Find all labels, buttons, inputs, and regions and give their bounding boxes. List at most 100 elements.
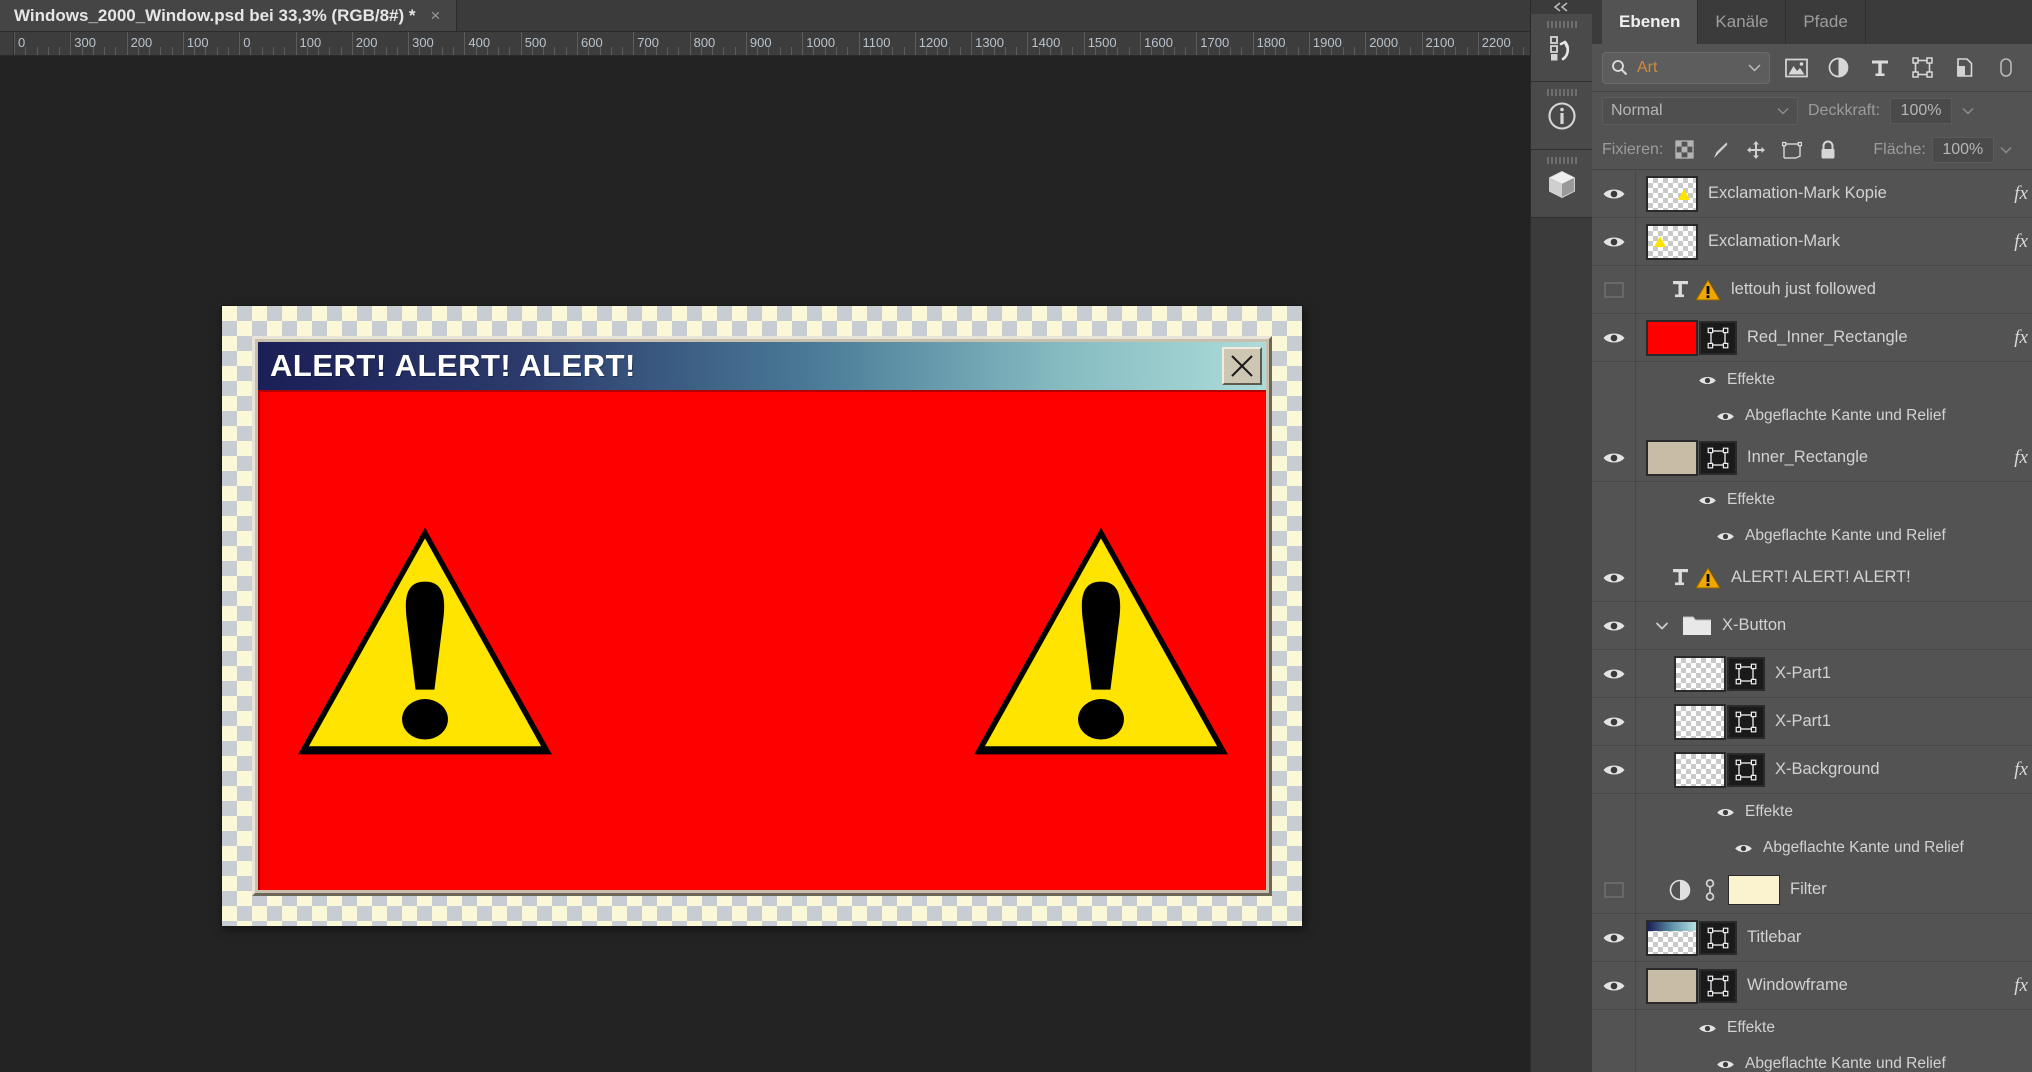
adjustment-color-thumbnail[interactable] [1728,874,1780,905]
layer-effects-fx-icon[interactable]: fx [2014,759,2028,781]
layer-visibility-toggle[interactable] [1592,218,1636,265]
layer-row[interactable]: X-Part1 [1592,698,2032,746]
vector-mask-thumbnail[interactable] [1727,656,1765,691]
layer-effects-fx-icon[interactable]: fx [2014,231,2028,253]
opacity-input[interactable]: 100% [1890,98,1953,124]
lock-transparency-icon[interactable] [1669,136,1699,164]
layer-row[interactable]: Exclamation-Mark Kopie fx [1592,170,2032,218]
layer-effects-fx-icon[interactable]: fx [2014,447,2028,469]
layer-visibility-toggle[interactable] [1592,650,1636,697]
layer-visibility-toggle[interactable] [1592,698,1636,745]
vector-mask-thumbnail[interactable] [1727,704,1765,739]
layer-visibility-toggle[interactable] [1592,914,1636,961]
layer-effect-row[interactable]: Abgeflachte Kante und Relief [1592,1046,2032,1072]
filter-adjustment-button[interactable] [1822,52,1854,84]
group-expand-arrow[interactable] [1652,621,1672,630]
layer-row[interactable]: Windowframe fx [1592,962,2032,1010]
layer-thumbnail[interactable] [1646,319,1698,356]
lock-artboard-icon[interactable] [1777,136,1807,164]
layer-row[interactable]: X-Background fx [1592,746,2032,794]
type-warning-thumb[interactable] [1672,278,1721,302]
opacity-stepper-chevron-icon[interactable] [1962,107,1974,115]
horizontal-ruler[interactable]: 0 300 200 100 0 100 200 300 400 500 600 700 800 900 10… [0,32,1530,56]
effect-visibility-eye-icon[interactable] [1698,375,1717,386]
layer-row[interactable]: Filter [1592,866,2032,914]
close-icon[interactable]: × [428,5,444,26]
layer-visibility-toggle[interactable] [1592,602,1636,649]
vector-mask-thumbnail[interactable] [1727,752,1765,787]
vector-mask-thumbnail[interactable] [1699,440,1737,475]
layer-visibility-toggle[interactable] [1592,746,1636,793]
layer-effect-row[interactable]: Effekte [1592,482,2032,518]
layer-row[interactable]: X-Part1 [1592,650,2032,698]
effect-visibility-eye-icon[interactable] [1716,411,1735,422]
layer-effect-row[interactable]: Abgeflachte Kante und Relief [1592,830,2032,866]
layer-effects-fx-icon[interactable]: fx [2014,975,2028,997]
layer-row[interactable]: Exclamation-Mark fx [1592,218,2032,266]
filter-image-button[interactable] [1780,52,1812,84]
dock-collapse-handle[interactable] [1531,0,1592,14]
effect-visibility-eye-icon[interactable] [1716,807,1735,818]
layer-effect-row[interactable]: Abgeflachte Kante und Relief [1592,518,2032,554]
layer-thumbnail[interactable] [1646,919,1698,956]
effect-visibility-eye-icon[interactable] [1716,1059,1735,1070]
layer-thumbnail[interactable] [1674,703,1726,740]
vector-mask-thumbnail[interactable] [1699,320,1737,355]
layer-visibility-toggle[interactable] [1592,962,1636,1009]
layer-thumbnail[interactable] [1674,751,1726,788]
vector-mask-thumbnail[interactable] [1699,920,1737,955]
sidebar-item-history[interactable] [1531,14,1593,82]
document-canvas[interactable]: ALERT! ALERT! ALERT! [222,306,1302,926]
layer-row[interactable]: Titlebar [1592,914,2032,962]
filter-smartobject-button[interactable] [1948,52,1980,84]
layer-effects-fx-icon[interactable]: fx [2014,327,2028,349]
layer-visibility-toggle[interactable] [1592,434,1636,481]
document-tab[interactable]: Windows_2000_Window.psd bei 33,3% (RGB/8… [0,0,458,31]
effect-visibility-eye-icon[interactable] [1698,1023,1717,1034]
layer-thumbnail[interactable] [1674,655,1726,692]
vector-mask-thumbnail[interactable] [1699,968,1737,1003]
tab-ebenen[interactable]: Ebenen [1602,0,1699,44]
canvas-area[interactable]: ALERT! ALERT! ALERT! [0,56,1530,1072]
layer-thumbnail[interactable] [1646,223,1698,260]
dialog-close-button[interactable] [1222,347,1262,385]
fill-stepper-chevron-icon[interactable] [2000,146,2012,154]
link-mask-icon[interactable] [1702,877,1718,903]
layer-thumbnail[interactable] [1646,439,1698,476]
layer-row[interactable]: X-Button [1592,602,2032,650]
effect-visibility-eye-icon[interactable] [1698,495,1717,506]
layer-visibility-toggle[interactable] [1592,266,1636,313]
tab-kanaele[interactable]: Kanäle [1698,0,1787,44]
layer-list[interactable]: Exclamation-Mark Kopie fx Exclamation-Mar… [1592,170,2032,1072]
layer-row[interactable]: Red_Inner_Rectangle fx [1592,314,2032,362]
effect-visibility-eye-icon[interactable] [1734,843,1753,854]
blend-mode-select[interactable]: Normal [1602,97,1798,125]
filter-shape-button[interactable] [1906,52,1938,84]
layer-visibility-toggle[interactable] [1592,314,1636,361]
lock-all-icon[interactable] [1813,136,1843,164]
layer-effect-row[interactable]: Effekte [1592,362,2032,398]
sidebar-item-info[interactable] [1531,82,1593,150]
layer-row[interactable]: lettouh just followed [1592,266,2032,314]
sidebar-item-3d[interactable] [1531,150,1593,218]
layer-effects-fx-icon[interactable]: fx [2014,183,2028,205]
type-warning-thumb[interactable] [1672,566,1721,590]
tab-pfade[interactable]: Pfade [1786,0,1866,44]
layer-row[interactable]: Inner_Rectangle fx [1592,434,2032,482]
layer-effect-row[interactable]: Effekte [1592,794,2032,830]
filter-toggle-button[interactable] [1990,52,2022,84]
layer-visibility-toggle[interactable] [1592,170,1636,217]
layer-visibility-toggle[interactable] [1592,866,1636,913]
layer-visibility-toggle[interactable] [1592,554,1636,601]
lock-position-icon[interactable] [1741,136,1771,164]
filter-type-button[interactable] [1864,52,1896,84]
lock-image-icon[interactable] [1705,136,1735,164]
effect-visibility-eye-icon[interactable] [1716,531,1735,542]
layer-effect-row[interactable]: Effekte [1592,1010,2032,1046]
filter-kind-select[interactable]: Art [1602,51,1771,84]
layer-thumbnail[interactable] [1646,175,1698,212]
layer-row[interactable]: ALERT! ALERT! ALERT! [1592,554,2032,602]
layer-effect-row[interactable]: Abgeflachte Kante und Relief [1592,398,2032,434]
layer-thumbnail[interactable] [1646,967,1698,1004]
fill-input[interactable]: 100% [1931,136,1994,163]
